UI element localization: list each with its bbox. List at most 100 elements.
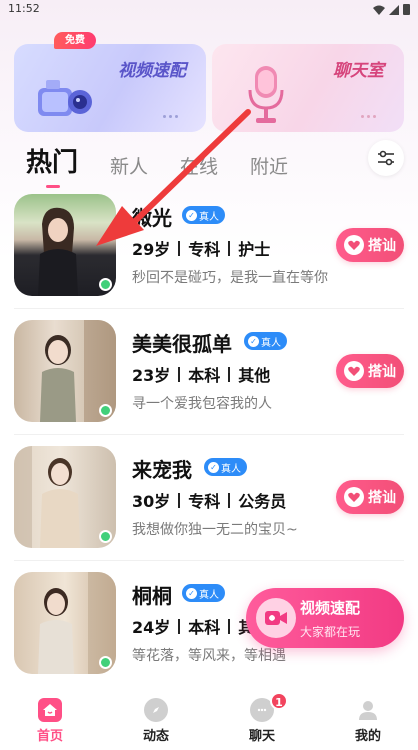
user-stats: 23岁 本科 其他 xyxy=(132,362,270,386)
user-stats: 30岁 专科 公务员 xyxy=(132,488,286,512)
divider xyxy=(228,492,231,508)
greet-label: 搭讪 xyxy=(368,364,396,380)
check-icon: ✓ xyxy=(186,587,197,599)
online-status-dot xyxy=(99,278,112,291)
divider xyxy=(178,366,181,382)
tab-label: 热门 xyxy=(26,148,79,178)
unread-badge: 1 xyxy=(270,692,288,710)
user-bio: 等花落，等风来，等相遇 xyxy=(132,648,286,664)
user-age: 24岁 xyxy=(132,618,171,637)
online-status-dot xyxy=(99,530,112,543)
user-job: 护士 xyxy=(238,240,271,259)
user-job: 其他 xyxy=(238,366,271,385)
user-card[interactable]: 微光 ✓ 真人 29岁 专科 护士 秒回不是碰巧，是我一直在等你 搭讪 xyxy=(14,194,404,298)
user-education: 专科 xyxy=(188,240,221,259)
heart-icon xyxy=(344,235,364,255)
nav-label: 动态 xyxy=(142,729,169,744)
greet-label: 搭讪 xyxy=(368,238,396,254)
divider xyxy=(228,240,231,256)
divider xyxy=(178,618,181,634)
banner-dots xyxy=(163,115,178,118)
heart-icon xyxy=(344,487,364,507)
compass-icon xyxy=(144,698,168,722)
verified-label: 真人 xyxy=(221,463,241,475)
divider xyxy=(228,366,231,382)
user-bio: 寻一个爱我包容我的人 xyxy=(132,396,272,412)
home-icon xyxy=(38,698,62,722)
filter-button[interactable] xyxy=(368,140,404,176)
greet-button[interactable]: 搭讪 xyxy=(336,354,404,388)
user-education: 专科 xyxy=(188,492,221,511)
video-banner-title: 视频速配 xyxy=(118,61,186,81)
verified-label: 真人 xyxy=(199,589,219,601)
tab-new[interactable]: 新人 xyxy=(110,154,148,180)
row-divider xyxy=(14,434,404,435)
banner-dots xyxy=(361,115,376,118)
status-time: 11:52 xyxy=(8,2,40,15)
verified-badge: ✓ 真人 xyxy=(182,206,225,224)
status-icons xyxy=(373,4,410,15)
status-bar: 11:52 xyxy=(0,0,418,22)
nav-label: 聊天 xyxy=(248,729,275,744)
active-tab-indicator xyxy=(46,185,60,188)
video-match-banner[interactable]: 视频速配 xyxy=(14,44,206,132)
user-bio: 秒回不是碰巧，是我一直在等你 xyxy=(132,270,328,286)
check-icon: ✓ xyxy=(248,335,259,347)
user-stats: 29岁 专科 护士 xyxy=(132,236,270,260)
video-camera-icon xyxy=(38,80,92,116)
row-divider xyxy=(14,560,404,561)
microphone-icon xyxy=(248,66,284,123)
user-age: 30岁 xyxy=(132,492,171,511)
user-name: 美美很孤单 xyxy=(132,332,232,356)
video-icon xyxy=(256,598,296,638)
signal-icon xyxy=(389,4,399,15)
row-divider xyxy=(14,308,404,309)
divider xyxy=(178,492,181,508)
nav-label: 首页 xyxy=(36,729,63,744)
user-job: 公务员 xyxy=(238,492,287,511)
tab-online[interactable]: 在线 xyxy=(180,154,218,180)
verified-badge: ✓ 真人 xyxy=(182,584,225,602)
category-tabs: 热门 新人 在线 附近 xyxy=(26,140,320,188)
user-education: 本科 xyxy=(188,366,221,385)
online-status-dot xyxy=(99,404,112,417)
verified-label: 真人 xyxy=(261,337,281,349)
user-name: 桐桐 xyxy=(132,584,172,608)
user-name: 来宠我 xyxy=(132,458,192,482)
nav-label: 我的 xyxy=(354,729,381,744)
floating-video-match-button[interactable]: 视频速配 大家都在玩 xyxy=(246,588,404,648)
wifi-icon xyxy=(373,5,385,15)
greet-button[interactable]: 搭讪 xyxy=(336,228,404,262)
tab-hot[interactable]: 热门 xyxy=(26,146,79,188)
float-subtitle: 大家都在玩 xyxy=(300,625,361,639)
tab-nearby[interactable]: 附近 xyxy=(250,154,288,180)
bottom-nav: 首页 动态 1 聊天 我的 xyxy=(0,690,418,750)
chat-banner-title: 聊天室 xyxy=(333,61,384,81)
chat-room-banner[interactable]: 聊天室 xyxy=(212,44,404,132)
verified-badge: ✓ 真人 xyxy=(204,458,247,476)
divider xyxy=(178,240,181,256)
float-title: 视频速配 xyxy=(300,599,361,617)
heart-icon xyxy=(344,361,364,381)
verified-badge: ✓ 真人 xyxy=(244,332,287,350)
user-card[interactable]: 来宠我 ✓ 真人 30岁 专科 公务员 我想做你独一无二的宝贝~ 搭讪 xyxy=(14,446,404,550)
check-icon: ✓ xyxy=(186,209,197,221)
nav-profile[interactable]: 我的 xyxy=(338,698,398,744)
user-age: 23岁 xyxy=(132,366,171,385)
nav-chat[interactable]: 1 聊天 xyxy=(232,692,292,744)
battery-icon xyxy=(403,4,410,15)
user-name: 微光 xyxy=(132,206,172,230)
user-card[interactable]: 美美很孤单 ✓ 真人 23岁 本科 其他 寻一个爱我包容我的人 搭讪 xyxy=(14,320,404,424)
greet-button[interactable]: 搭讪 xyxy=(336,480,404,514)
verified-label: 真人 xyxy=(199,211,219,223)
divider xyxy=(228,618,231,634)
nav-home[interactable]: 首页 xyxy=(20,698,80,744)
free-badge: 免费 xyxy=(54,32,96,49)
sliders-icon xyxy=(378,150,394,166)
user-age: 29岁 xyxy=(132,240,171,259)
check-icon: ✓ xyxy=(208,461,219,473)
online-status-dot xyxy=(99,656,112,669)
user-education: 本科 xyxy=(188,618,221,637)
nav-moments[interactable]: 动态 xyxy=(126,698,186,744)
user-icon xyxy=(356,698,380,722)
